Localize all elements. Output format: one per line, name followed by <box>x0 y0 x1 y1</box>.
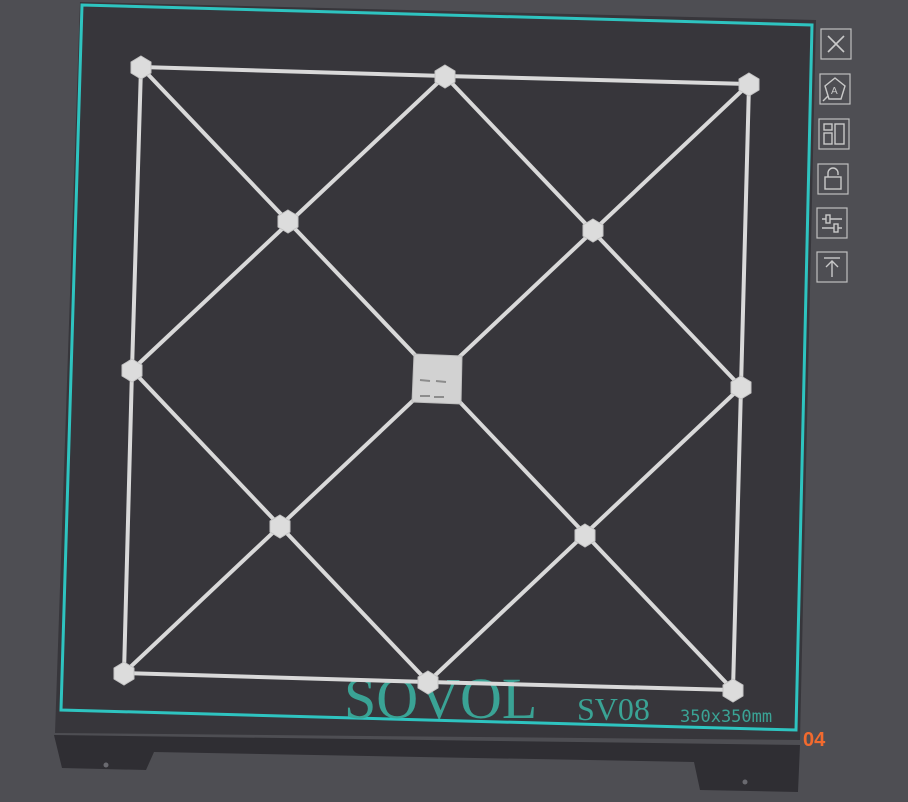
plate-number-label: 04 <box>803 729 826 751</box>
plate-foot-hole-right <box>742 779 748 785</box>
plate-base <box>54 735 800 792</box>
build-plate-view[interactable]: SOVOL SV08 350x350mm 04 <box>0 0 908 802</box>
move-to-top-icon[interactable] <box>816 251 848 283</box>
center-hub <box>411 353 463 405</box>
plate-foot-hole-left <box>103 762 109 768</box>
arrange-icon[interactable] <box>818 118 850 150</box>
plate-toolbar: A <box>812 26 854 296</box>
close-icon[interactable] <box>820 28 852 60</box>
svg-text:A: A <box>831 86 838 97</box>
settings-sliders-icon[interactable] <box>816 207 848 239</box>
plate-model-label: SV08 <box>577 691 650 727</box>
plate-brand-label: SOVOL <box>344 666 537 731</box>
auto-orient-icon[interactable]: A <box>819 73 851 105</box>
lock-icon[interactable] <box>817 163 849 195</box>
plate-size-label: 350x350mm <box>680 707 772 727</box>
